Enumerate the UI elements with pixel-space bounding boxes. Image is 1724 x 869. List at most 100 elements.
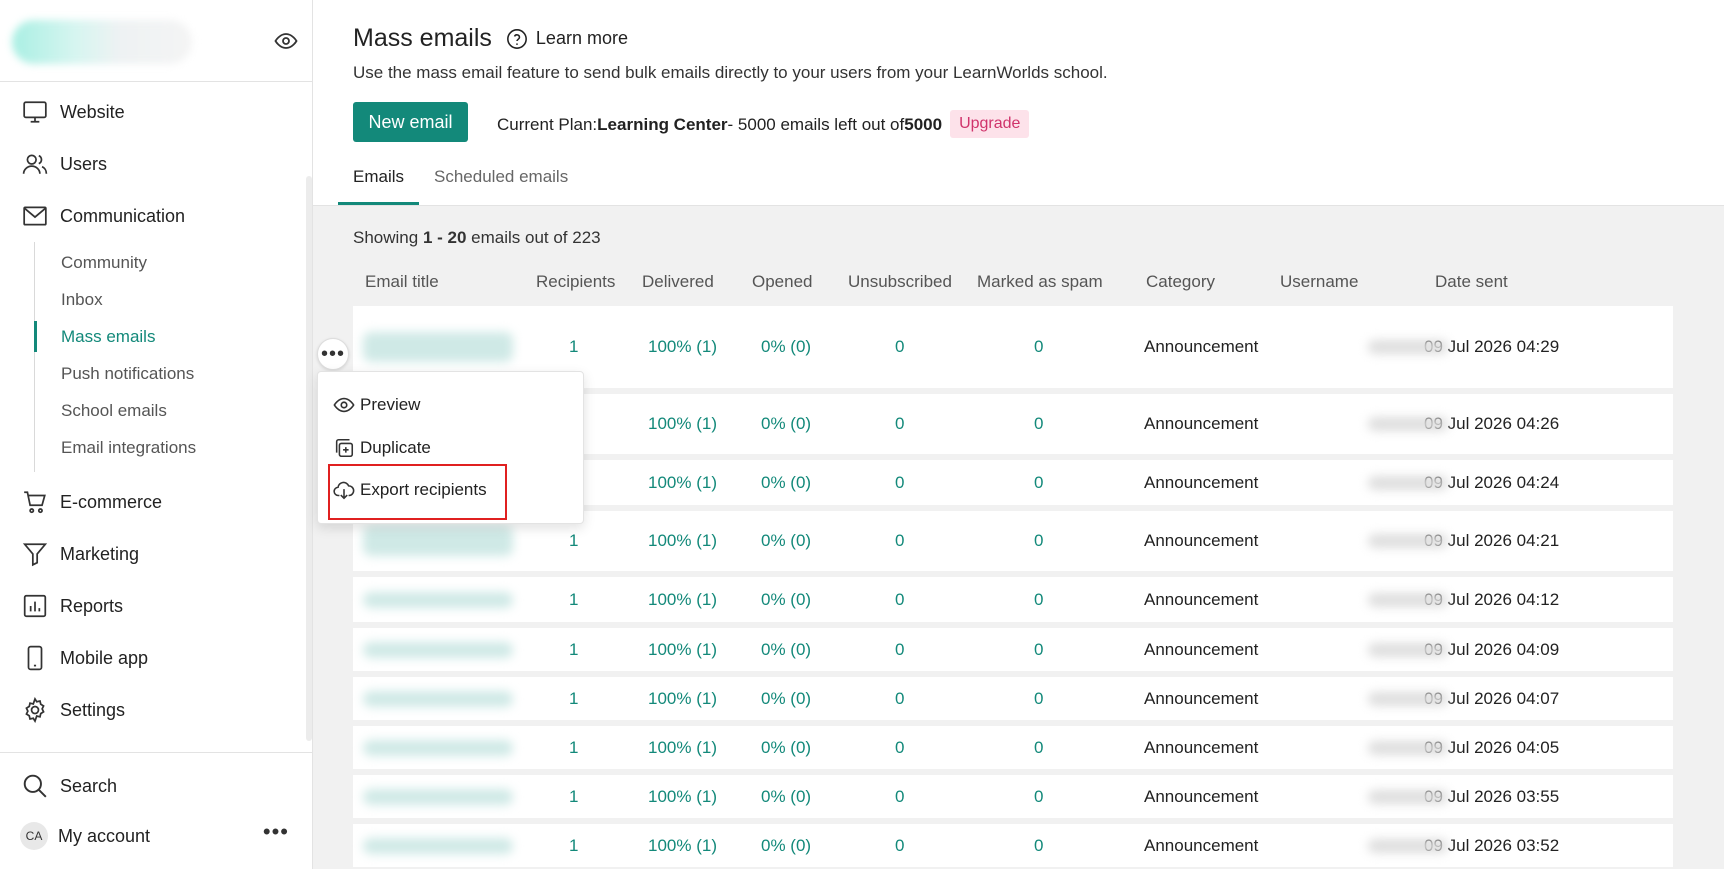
cell-opened[interactable]: 0% (0) xyxy=(761,738,811,758)
cell-opened[interactable]: 0% (0) xyxy=(761,836,811,856)
cell-recipients[interactable]: 1 xyxy=(569,787,578,807)
table-row[interactable]: 1100% (1)0% (0)00Announcement09 Jul 2026… xyxy=(353,628,1673,671)
column-header[interactable]: Username xyxy=(1280,272,1358,292)
cell-unsubscribed[interactable]: 0 xyxy=(895,640,904,660)
email-title-cell[interactable] xyxy=(363,526,513,556)
cell-delivered[interactable]: 100% (1) xyxy=(648,590,717,610)
column-header[interactable]: Unsubscribed xyxy=(848,272,952,292)
email-title-cell[interactable] xyxy=(363,332,513,362)
subnav-item-school-emails[interactable]: School emails xyxy=(35,392,306,429)
cell-spam[interactable]: 0 xyxy=(1034,738,1043,758)
column-header[interactable]: Marked as spam xyxy=(977,272,1103,292)
cell-spam[interactable]: 0 xyxy=(1034,640,1043,660)
table-row[interactable]: 1100% (1)0% (0)00Announcement09 Jul 2026… xyxy=(353,775,1673,818)
cell-delivered[interactable]: 100% (1) xyxy=(648,787,717,807)
cell-opened[interactable]: 0% (0) xyxy=(761,414,811,434)
column-header[interactable]: Category xyxy=(1146,272,1215,292)
cell-unsubscribed[interactable]: 0 xyxy=(895,414,904,434)
account-more-icon[interactable]: ••• xyxy=(263,819,289,845)
cell-unsubscribed[interactable]: 0 xyxy=(895,689,904,709)
row-actions-button[interactable]: ••• xyxy=(317,338,349,370)
column-header[interactable]: Email title xyxy=(365,272,439,292)
cell-recipients[interactable]: 1 xyxy=(569,337,578,357)
cell-opened[interactable]: 0% (0) xyxy=(761,590,811,610)
cell-opened[interactable]: 0% (0) xyxy=(761,337,811,357)
column-header[interactable]: Recipients xyxy=(536,272,615,292)
subnav-item-community[interactable]: Community xyxy=(35,244,306,281)
email-title-cell[interactable] xyxy=(363,690,513,707)
cell-unsubscribed[interactable]: 0 xyxy=(895,473,904,493)
cell-opened[interactable]: 0% (0) xyxy=(761,531,811,551)
cell-spam[interactable]: 0 xyxy=(1034,531,1043,551)
menu-item-duplicate[interactable]: Duplicate xyxy=(333,433,431,463)
sidebar-scrollbar[interactable] xyxy=(306,176,312,741)
new-email-button[interactable]: New email xyxy=(353,102,468,142)
sidebar-item-reports[interactable]: Reports xyxy=(0,580,306,632)
cell-unsubscribed[interactable]: 0 xyxy=(895,836,904,856)
column-header[interactable]: Delivered xyxy=(642,272,714,292)
cell-recipients[interactable]: 1 xyxy=(569,836,578,856)
email-title-cell[interactable] xyxy=(363,837,513,854)
upgrade-badge[interactable]: Upgrade xyxy=(950,110,1030,138)
help-icon[interactable] xyxy=(506,28,528,50)
cell-unsubscribed[interactable]: 0 xyxy=(895,531,904,551)
cell-opened[interactable]: 0% (0) xyxy=(761,640,811,660)
sidebar-item-settings[interactable]: Settings xyxy=(0,684,306,736)
tab-emails[interactable]: Emails xyxy=(338,160,420,205)
cell-delivered[interactable]: 100% (1) xyxy=(648,738,717,758)
cell-recipients[interactable]: 1 xyxy=(569,590,578,610)
cell-delivered[interactable]: 100% (1) xyxy=(648,640,717,660)
subnav-item-push-notifications[interactable]: Push notifications xyxy=(35,355,306,392)
table-row[interactable]: 1100% (1)0% (0)00Announcement09 Jul 2026… xyxy=(353,677,1673,720)
cell-spam[interactable]: 0 xyxy=(1034,836,1043,856)
cell-spam[interactable]: 0 xyxy=(1034,787,1043,807)
cell-delivered[interactable]: 100% (1) xyxy=(648,836,717,856)
tab-scheduled-emails[interactable]: Scheduled emails xyxy=(419,160,583,205)
menu-item-preview[interactable]: Preview xyxy=(333,390,420,420)
sidebar-item-mobile-app[interactable]: Mobile app xyxy=(0,632,306,684)
cell-spam[interactable]: 0 xyxy=(1034,414,1043,434)
cell-unsubscribed[interactable]: 0 xyxy=(895,738,904,758)
column-header[interactable]: Opened xyxy=(752,272,813,292)
cell-recipients[interactable]: 1 xyxy=(569,738,578,758)
learn-more-link[interactable]: Learn more xyxy=(536,28,628,49)
cell-delivered[interactable]: 100% (1) xyxy=(648,689,717,709)
cell-unsubscribed[interactable]: 0 xyxy=(895,590,904,610)
cell-recipients[interactable]: 1 xyxy=(569,531,578,551)
table-row[interactable]: 1100% (1)0% (0)00Announcement09 Jul 2026… xyxy=(353,824,1673,867)
sidebar-item-ecommerce[interactable]: E-commerce xyxy=(0,476,306,528)
cell-spam[interactable]: 0 xyxy=(1034,689,1043,709)
sidebar-item-website[interactable]: Website xyxy=(0,86,306,138)
cell-spam[interactable]: 0 xyxy=(1034,473,1043,493)
cell-spam[interactable]: 0 xyxy=(1034,590,1043,610)
sidebar-item-users[interactable]: Users xyxy=(0,138,306,190)
username-cell xyxy=(1368,475,1448,490)
email-title-cell[interactable] xyxy=(363,591,513,608)
cell-delivered[interactable]: 100% (1) xyxy=(648,473,717,493)
table-row[interactable]: 1100% (1)0% (0)00Announcement09 Jul 2026… xyxy=(353,726,1673,769)
cell-opened[interactable]: 0% (0) xyxy=(761,787,811,807)
cell-spam[interactable]: 0 xyxy=(1034,337,1043,357)
cell-opened[interactable]: 0% (0) xyxy=(761,473,811,493)
table-row[interactable]: 1100% (1)0% (0)00Announcement09 Jul 2026… xyxy=(353,577,1673,622)
email-title-cell[interactable] xyxy=(363,641,513,658)
column-header[interactable]: Date sent xyxy=(1435,272,1508,292)
cell-unsubscribed[interactable]: 0 xyxy=(895,337,904,357)
cell-recipients[interactable]: 1 xyxy=(569,640,578,660)
cell-delivered[interactable]: 100% (1) xyxy=(648,337,717,357)
cell-delivered[interactable]: 100% (1) xyxy=(648,531,717,551)
subnav-item-inbox[interactable]: Inbox xyxy=(35,281,306,318)
subnav-item-email-integrations[interactable]: Email integrations xyxy=(35,429,306,466)
eye-icon[interactable] xyxy=(274,29,298,53)
school-logo[interactable] xyxy=(12,20,192,64)
sidebar-item-search[interactable]: Search xyxy=(0,761,313,811)
cell-opened[interactable]: 0% (0) xyxy=(761,689,811,709)
cell-recipients[interactable]: 1 xyxy=(569,689,578,709)
sidebar-item-communication[interactable]: Communication xyxy=(0,190,306,242)
email-title-cell[interactable] xyxy=(363,739,513,756)
sidebar-item-marketing[interactable]: Marketing xyxy=(0,528,306,580)
cell-delivered[interactable]: 100% (1) xyxy=(648,414,717,434)
subnav-item-mass-emails[interactable]: Mass emails xyxy=(34,318,306,355)
cell-unsubscribed[interactable]: 0 xyxy=(895,787,904,807)
email-title-cell[interactable] xyxy=(363,788,513,805)
